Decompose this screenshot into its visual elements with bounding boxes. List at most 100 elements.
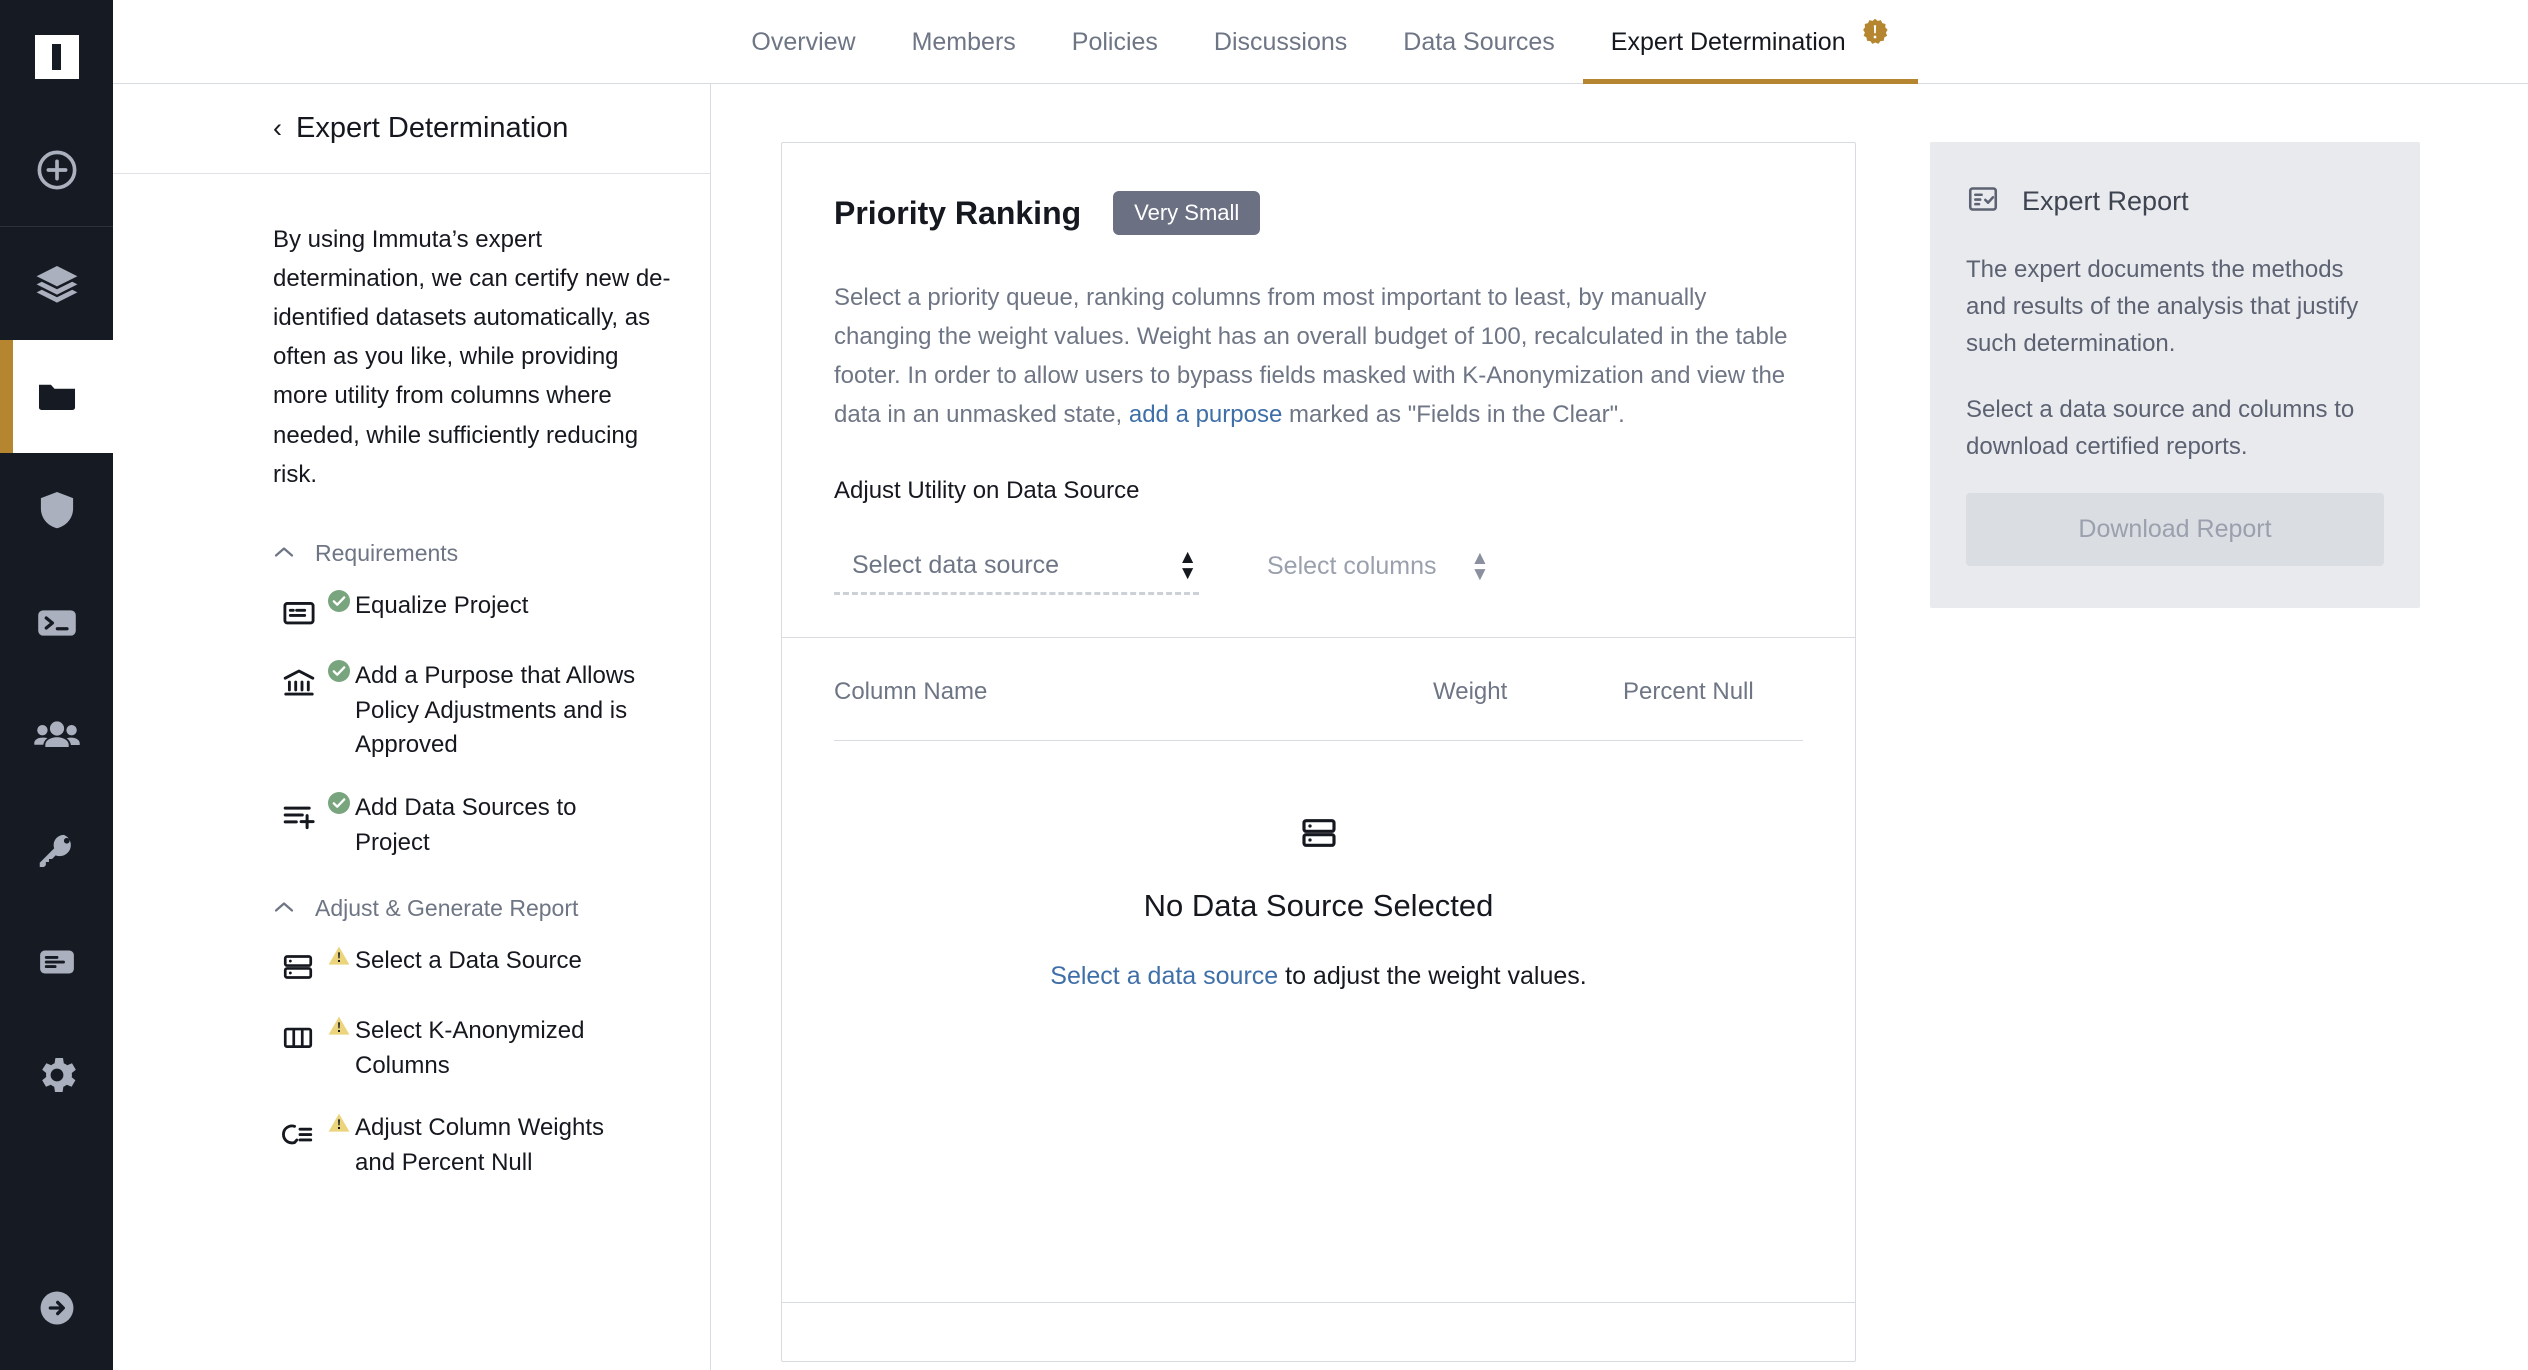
terminal-icon bbox=[34, 600, 80, 646]
columns-select-value: Select columns bbox=[1267, 552, 1437, 581]
tab-overview-label: Overview bbox=[751, 28, 856, 56]
expert-report-paragraph-2: Select a data source and columns to down… bbox=[1966, 395, 2355, 460]
adjust-utility-label: Adjust Utility on Data Source bbox=[834, 476, 1140, 504]
requirement-add-purpose[interactable]: Add a Purpose that Allows Policy Adjustm… bbox=[273, 659, 640, 763]
alert-badge-icon bbox=[1860, 17, 1890, 47]
gear-icon bbox=[33, 1051, 81, 1099]
chevron-updown-icon: ▲ ▼ bbox=[1178, 546, 1197, 584]
chevron-up-glyph: ▲ bbox=[1178, 546, 1197, 568]
requirement-label: Adjust Column Weights and Percent Null bbox=[355, 1114, 604, 1177]
group-requirements-header[interactable]: Requirements bbox=[273, 540, 640, 567]
people-icon bbox=[32, 711, 82, 761]
tab-policies[interactable]: Policies bbox=[1044, 28, 1186, 84]
requirement-select-data-source[interactable]: Select a Data Source bbox=[273, 944, 640, 986]
expert-determination-panel: ‹ Expert Determination By using Immuta’s… bbox=[113, 84, 711, 1370]
data-source-select[interactable]: Select data source ▲ ▼ bbox=[834, 547, 1199, 596]
rail-item-audit[interactable] bbox=[0, 905, 113, 1018]
group-adjust-header[interactable]: Adjust & Generate Report bbox=[273, 895, 640, 922]
chevron-up-icon bbox=[273, 544, 295, 562]
th-percent-null: Percent Null bbox=[1623, 678, 1754, 706]
folder-icon bbox=[34, 374, 80, 420]
rail-item-governance[interactable] bbox=[0, 453, 113, 566]
group-adjust-title: Adjust & Generate Report bbox=[315, 894, 579, 921]
audit-icon bbox=[34, 939, 80, 985]
card-top: Priority Ranking Very Small Select a pri… bbox=[782, 143, 1855, 637]
rail-item-add[interactable] bbox=[0, 113, 113, 226]
card-title: Priority Ranking bbox=[834, 194, 1082, 231]
rail-item-identity[interactable] bbox=[0, 792, 113, 905]
tab-overview[interactable]: Overview bbox=[723, 28, 883, 84]
server-icon bbox=[1299, 813, 1339, 858]
tab-discussions-label: Discussions bbox=[1213, 28, 1348, 56]
tab-data-sources[interactable]: Data Sources bbox=[1375, 28, 1582, 84]
th-weight: Weight bbox=[1433, 678, 1508, 706]
body-row: ‹ Expert Determination By using Immuta’s… bbox=[113, 84, 2528, 1370]
add-data-source-icon bbox=[281, 791, 350, 833]
requirement-label: Select K-Anonymized Columns bbox=[355, 1016, 585, 1079]
requirement-adjust-weights[interactable]: Adjust Column Weights and Percent Null bbox=[273, 1111, 640, 1181]
weights-table: Column Name Weight Percent Null bbox=[782, 638, 1855, 742]
tab-expert-determination[interactable]: Expert Determination bbox=[1582, 18, 1918, 84]
shield-icon bbox=[34, 487, 80, 533]
immuta-logo[interactable] bbox=[0, 0, 113, 113]
back-chevron-icon[interactable]: ‹ bbox=[273, 115, 282, 142]
panel-intro-text: By using Immuta’s expert determination, … bbox=[273, 226, 671, 488]
chevron-updown-icon: ▲ ▼ bbox=[1470, 549, 1490, 586]
rail-item-settings[interactable] bbox=[0, 1018, 113, 1131]
empty-state-subtext: Select a data source to adjust the weigh… bbox=[1050, 962, 1586, 991]
rail-item-data[interactable] bbox=[0, 227, 113, 340]
logo-mark bbox=[34, 34, 79, 79]
group-requirements: Requirements Equalize Project Add a Purp… bbox=[273, 540, 640, 861]
download-report-button[interactable]: Download Report bbox=[1966, 492, 2384, 566]
panel-title: Expert Determination bbox=[296, 112, 569, 144]
tab-discussions[interactable]: Discussions bbox=[1186, 28, 1375, 84]
app-root: Overview Members Policies Discussions Da… bbox=[0, 0, 2528, 1370]
requirement-label: Add Data Sources to Project bbox=[355, 794, 577, 856]
panel-header[interactable]: ‹ Expert Determination bbox=[113, 84, 710, 174]
left-nav-rail bbox=[0, 0, 113, 1370]
empty-state-subtext-rest: to adjust the weight values. bbox=[1278, 962, 1587, 991]
adjust-weights-icon bbox=[281, 1111, 350, 1153]
chevron-down-glyph: ▼ bbox=[1178, 562, 1197, 584]
select-a-data-source-link[interactable]: Select a data source bbox=[1050, 962, 1278, 990]
size-badge: Very Small bbox=[1113, 191, 1261, 235]
tab-policies-label: Policies bbox=[1071, 28, 1158, 56]
requirement-select-k-anon-columns[interactable]: Select K-Anonymized Columns bbox=[273, 1014, 640, 1084]
requirement-equalize-project[interactable]: Equalize Project bbox=[273, 589, 640, 631]
rail-item-query[interactable] bbox=[0, 566, 113, 679]
requirement-label: Equalize Project bbox=[355, 591, 529, 619]
card-description: Select a priority queue, ranking columns… bbox=[834, 279, 1803, 435]
select-row: Select data source ▲ ▼ Select columns ▲ bbox=[834, 547, 1803, 638]
requirement-add-data-sources[interactable]: Add Data Sources to Project bbox=[273, 791, 640, 861]
key-icon bbox=[34, 826, 80, 872]
group-requirements-title: Requirements bbox=[315, 539, 459, 566]
tab-members-label: Members bbox=[911, 28, 1016, 56]
card-footer bbox=[782, 1303, 1855, 1361]
rail-item-people[interactable] bbox=[0, 679, 113, 792]
rail-spacer bbox=[0, 1131, 113, 1250]
expert-report-title: Expert Report bbox=[2022, 186, 2189, 216]
chevron-down-glyph: ▼ bbox=[1470, 564, 1490, 586]
empty-state-title: No Data Source Selected bbox=[1143, 888, 1494, 924]
report-checklist-icon bbox=[1966, 182, 2000, 221]
columns-select[interactable]: Select columns ▲ ▼ bbox=[1265, 548, 1491, 594]
expert-report-panel: Expert Report The expert documents the m… bbox=[1930, 142, 2420, 608]
tab-expert-determination-label: Expert Determination bbox=[1610, 28, 1846, 56]
priority-ranking-card: Priority Ranking Very Small Select a pri… bbox=[781, 142, 1856, 1362]
group-adjust-generate-report: Adjust & Generate Report Select a Data S… bbox=[273, 895, 640, 1181]
server-select-icon bbox=[281, 944, 350, 986]
equalize-project-icon bbox=[281, 589, 350, 631]
expert-report-header: Expert Report bbox=[1966, 182, 2384, 221]
add-a-purpose-link[interactable]: add a purpose bbox=[1129, 401, 1282, 428]
rail-item-collapse[interactable] bbox=[0, 1250, 113, 1370]
requirement-label: Add a Purpose that Allows Policy Adjustm… bbox=[355, 661, 636, 759]
add-icon bbox=[34, 147, 80, 193]
table-header-row: Column Name Weight Percent Null bbox=[834, 678, 1803, 740]
project-tabbar: Overview Members Policies Discussions Da… bbox=[113, 0, 2528, 84]
layers-icon bbox=[33, 260, 81, 308]
chevron-up-icon bbox=[273, 899, 295, 917]
rail-item-projects[interactable] bbox=[0, 340, 113, 453]
data-source-select-value: Select data source bbox=[852, 550, 1060, 579]
tab-members[interactable]: Members bbox=[884, 28, 1044, 84]
columns-chart-icon bbox=[281, 1014, 350, 1056]
